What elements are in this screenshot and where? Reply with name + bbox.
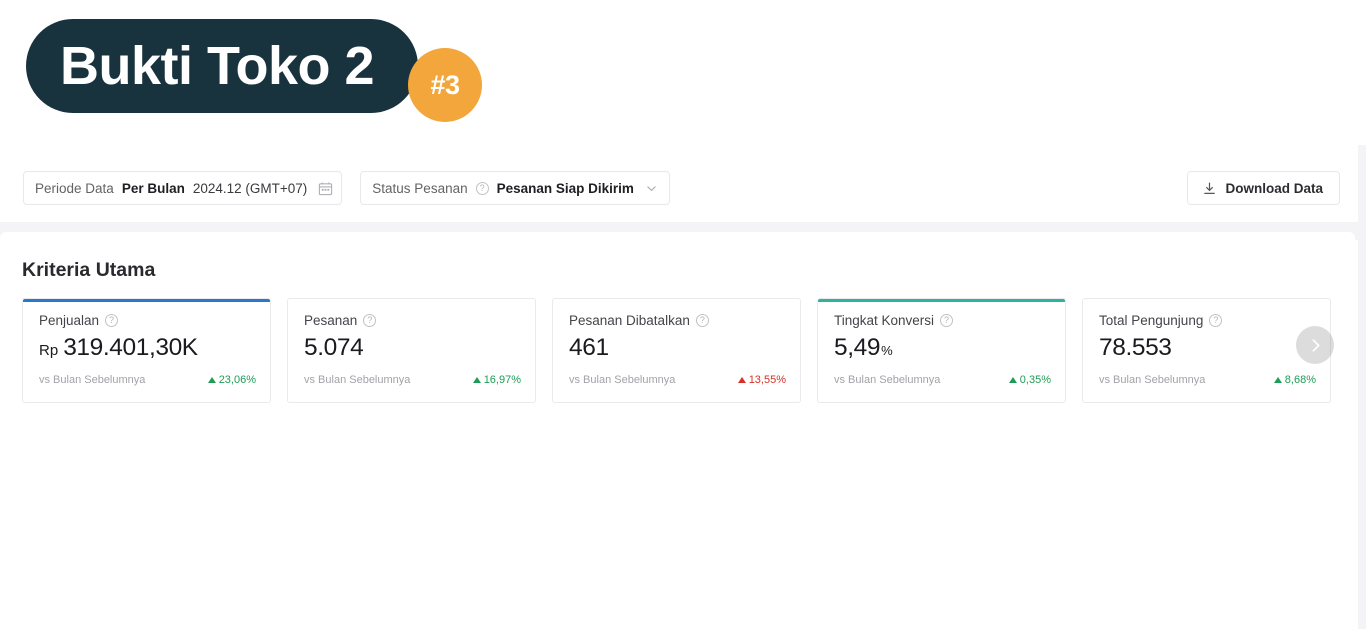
metric-card-footer: vs Bulan Sebelumnya 23,06% xyxy=(39,374,256,386)
metric-value: 5.074 xyxy=(304,334,364,361)
period-filter-mode: Per Bulan xyxy=(121,180,185,196)
metric-card[interactable]: Tingkat Konversi? 5,49% vs Bulan Sebelumny… xyxy=(817,298,1066,403)
order-status-filter[interactable]: Status Pesanan ? Pesanan Siap Dikirim xyxy=(360,171,670,205)
filter-controls: Periode Data Per Bulan 2024.12 (GMT+07) … xyxy=(23,171,670,205)
help-circle-icon[interactable]: ? xyxy=(475,181,489,195)
metric-card-accent-bar xyxy=(23,299,270,302)
metric-card-accent-bar xyxy=(1083,299,1330,302)
metric-card-header: Pesanan? xyxy=(304,313,519,328)
metric-card-accent-bar xyxy=(288,299,535,302)
metric-card[interactable]: Pesanan Dibatalkan? 461 vs Bulan Sebelumny… xyxy=(552,298,801,403)
download-icon xyxy=(1202,181,1217,196)
triangle-up-icon xyxy=(472,377,481,383)
metric-card-value-row: 5,49% xyxy=(834,334,1049,362)
store-logo-banner: Bukti Toko 2 #3 xyxy=(26,19,482,122)
order-status-filter-label: Status Pesanan xyxy=(372,180,468,196)
triangle-up-icon xyxy=(1008,377,1017,383)
metric-card-accent-bar xyxy=(553,299,800,302)
rank-badge-label: #3 xyxy=(430,69,460,100)
metric-card-value-row: 78.553 xyxy=(1099,334,1314,362)
metric-value-suffix: % xyxy=(881,343,893,358)
metric-card-title: Pesanan xyxy=(304,313,358,328)
metric-card-footer: vs Bulan Sebelumnya 16,97% xyxy=(304,374,521,386)
period-filter-label: Periode Data xyxy=(35,180,114,196)
main-panel: Kriteria Utama Penjualan? Rp 319.401,30K vs… xyxy=(0,232,1355,629)
logo-pill: Bukti Toko 2 xyxy=(26,19,419,113)
help-circle-icon[interactable]: ? xyxy=(105,314,119,327)
metric-card-title: Tingkat Konversi xyxy=(834,313,935,328)
metric-value: 461 xyxy=(569,334,609,361)
page-title: Kriteria Utama xyxy=(22,259,156,281)
triangle-up-icon xyxy=(737,377,746,383)
metric-delta: 16,97% xyxy=(472,374,521,386)
metric-value: 78.553 xyxy=(1099,334,1172,361)
metric-delta: 23,06% xyxy=(207,374,256,386)
metric-card-title: Penjualan xyxy=(39,313,100,328)
help-circle-icon[interactable]: ? xyxy=(1209,314,1223,327)
metric-value: 319.401,30K xyxy=(63,334,198,361)
metric-card-value-row: 5.074 xyxy=(304,334,519,362)
triangle-up-icon xyxy=(207,377,216,383)
metric-delta-value: 0,35% xyxy=(1019,374,1051,386)
metric-value-prefix: Rp xyxy=(39,342,59,359)
metric-value: 5,49 xyxy=(834,334,881,361)
metric-delta: 13,55% xyxy=(737,374,786,386)
store-name: Bukti Toko 2 xyxy=(60,36,375,96)
metric-card-title: Pesanan Dibatalkan xyxy=(569,313,690,328)
metric-card-footer: vs Bulan Sebelumnya 0,35% xyxy=(834,374,1051,386)
help-circle-icon[interactable]: ? xyxy=(695,314,709,327)
metric-card-footer: vs Bulan Sebelumnya 13,55% xyxy=(569,374,786,386)
metric-compare-label: vs Bulan Sebelumnya xyxy=(304,374,411,386)
metric-card-accent-bar xyxy=(818,299,1065,302)
metric-card-header: Penjualan? xyxy=(39,313,254,328)
metric-card-value-row: 461 xyxy=(569,334,784,362)
carousel-next-button[interactable] xyxy=(1296,326,1334,364)
chevron-down-icon[interactable] xyxy=(645,182,658,195)
chevron-right-icon xyxy=(1312,338,1320,352)
order-status-filter-value: Pesanan Siap Dikirim xyxy=(496,180,634,196)
metric-card-list: Penjualan? Rp 319.401,30K vs Bulan Sebelumn… xyxy=(22,298,1331,403)
metric-delta-value: 16,97% xyxy=(483,374,521,386)
help-circle-icon[interactable]: ? xyxy=(940,314,954,327)
rank-badge: #3 xyxy=(408,48,482,122)
metric-card[interactable]: Pesanan? 5.074 vs Bulan Sebelumnya 16,97% xyxy=(287,298,536,403)
calendar-icon[interactable] xyxy=(318,181,333,196)
scroll-track-main[interactable] xyxy=(1358,240,1366,629)
metric-delta-value: 8,68% xyxy=(1284,374,1316,386)
metric-card-header: Tingkat Konversi? xyxy=(834,313,1049,328)
metric-card-header: Pesanan Dibatalkan? xyxy=(569,313,784,328)
metric-compare-label: vs Bulan Sebelumnya xyxy=(834,374,941,386)
metric-compare-label: vs Bulan Sebelumnya xyxy=(39,374,146,386)
triangle-up-icon xyxy=(1273,377,1282,383)
metric-delta-value: 13,55% xyxy=(748,374,786,386)
filter-bar: Periode Data Per Bulan 2024.12 (GMT+07) … xyxy=(0,145,1358,222)
scroll-track-top[interactable] xyxy=(1358,145,1366,222)
metric-delta: 8,68% xyxy=(1273,374,1316,386)
metric-card[interactable]: Total Pengunjung? 78.553 vs Bulan Sebelumn… xyxy=(1082,298,1331,403)
metric-compare-label: vs Bulan Sebelumnya xyxy=(569,374,676,386)
download-data-label: Download Data xyxy=(1225,180,1323,196)
metric-delta: 0,35% xyxy=(1008,374,1051,386)
period-filter-value: 2024.12 (GMT+07) xyxy=(192,180,308,196)
download-data-button[interactable]: Download Data xyxy=(1187,171,1340,205)
metric-card[interactable]: Penjualan? Rp 319.401,30K vs Bulan Sebelumn… xyxy=(22,298,271,403)
metric-card-header: Total Pengunjung? xyxy=(1099,313,1314,328)
metric-card-title: Total Pengunjung xyxy=(1099,313,1204,328)
metric-card-footer: vs Bulan Sebelumnya 8,68% xyxy=(1099,374,1316,386)
period-filter[interactable]: Periode Data Per Bulan 2024.12 (GMT+07) xyxy=(23,171,343,205)
metric-compare-label: vs Bulan Sebelumnya xyxy=(1099,374,1206,386)
help-circle-icon[interactable]: ? xyxy=(363,314,377,327)
metric-card-value-row: Rp 319.401,30K xyxy=(39,334,254,362)
metric-delta-value: 23,06% xyxy=(218,374,256,386)
